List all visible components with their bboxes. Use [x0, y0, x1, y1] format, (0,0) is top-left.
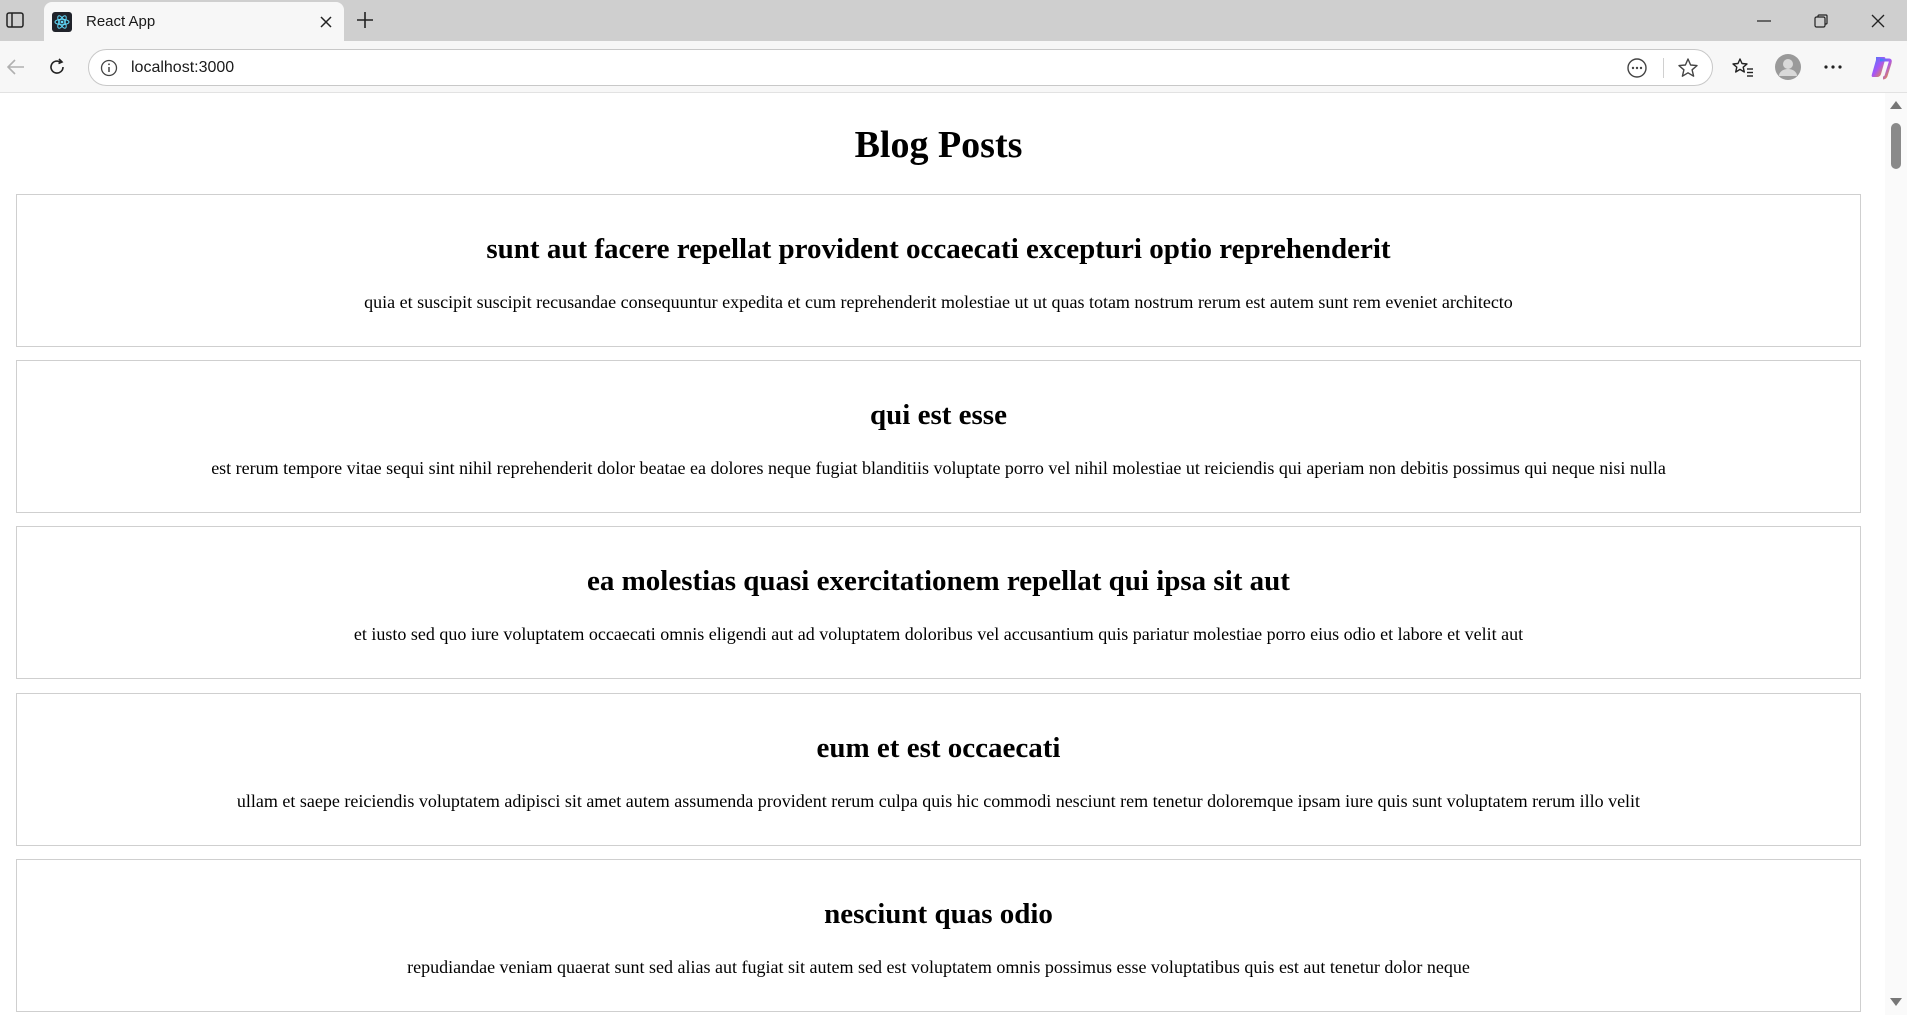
post-body: est rerum tempore vitae sequi sint nihil…	[211, 458, 1666, 478]
minimize-icon[interactable]	[1736, 0, 1792, 41]
post-title: qui est esse	[870, 399, 1007, 431]
scroll-down-arrow-icon[interactable]	[1890, 998, 1902, 1006]
post-body: quia et suscipit suscipit recusandae con…	[364, 292, 1513, 312]
page-viewport: Blog Posts sunt aut facere repellat prov…	[0, 93, 1885, 1015]
post-card: qui est esse est rerum tempore vitae seq…	[16, 360, 1861, 513]
address-bar[interactable]: localhost:3000	[88, 49, 1713, 86]
post-title: sunt aut facere repellat provident occae…	[486, 233, 1391, 265]
url-text[interactable]: localhost:3000	[131, 59, 234, 77]
tab-title: React App	[86, 13, 156, 30]
close-window-icon[interactable]	[1850, 0, 1906, 41]
tab-actions-icon[interactable]	[2, 8, 28, 32]
restore-icon[interactable]	[1793, 0, 1849, 41]
reading-mode-icon[interactable]	[1624, 55, 1650, 81]
post-body: et iusto sed quo iure voluptatem occaeca…	[353, 624, 1524, 644]
favorite-star-icon[interactable]	[1675, 55, 1701, 81]
profile-avatar-icon[interactable]	[1772, 51, 1804, 83]
post-title: nesciunt quas odio	[824, 898, 1053, 930]
browser-title-bar: React App	[0, 0, 1907, 41]
post-body: ullam et saepe reiciendis voluptatem adi…	[236, 791, 1641, 811]
copilot-icon[interactable]	[1865, 51, 1897, 83]
page-title: Blog Posts	[854, 124, 1023, 166]
post-body: repudiandae veniam quaerat sunt sed alia…	[407, 957, 1470, 977]
scroll-up-arrow-icon[interactable]	[1890, 101, 1902, 109]
tab-react-app[interactable]: React App	[44, 2, 344, 41]
post-card: sunt aut facere repellat provident occae…	[16, 194, 1861, 347]
browser-toolbar: localhost:3000	[0, 41, 1907, 93]
address-bar-divider	[1663, 58, 1664, 78]
close-tab-icon[interactable]	[312, 8, 340, 36]
more-options-icon[interactable]	[1817, 51, 1849, 83]
react-favicon-icon	[52, 11, 72, 32]
post-title: ea molestias quasi exercitationem repell…	[587, 565, 1290, 597]
back-icon[interactable]	[0, 51, 32, 83]
site-info-icon[interactable]	[99, 58, 119, 78]
favorites-icon[interactable]	[1727, 51, 1759, 83]
post-card: nesciunt quas odio repudiandae veniam qu…	[16, 859, 1861, 1012]
post-title: eum et est occaecati	[816, 732, 1061, 764]
post-card: ea molestias quasi exercitationem repell…	[16, 526, 1861, 679]
scrollbar-thumb[interactable]	[1891, 123, 1901, 169]
vertical-scrollbar[interactable]	[1885, 93, 1907, 1015]
post-card: eum et est occaecati ullam et saepe reic…	[16, 693, 1861, 846]
refresh-icon[interactable]	[41, 51, 73, 83]
new-tab-button[interactable]	[350, 6, 380, 34]
